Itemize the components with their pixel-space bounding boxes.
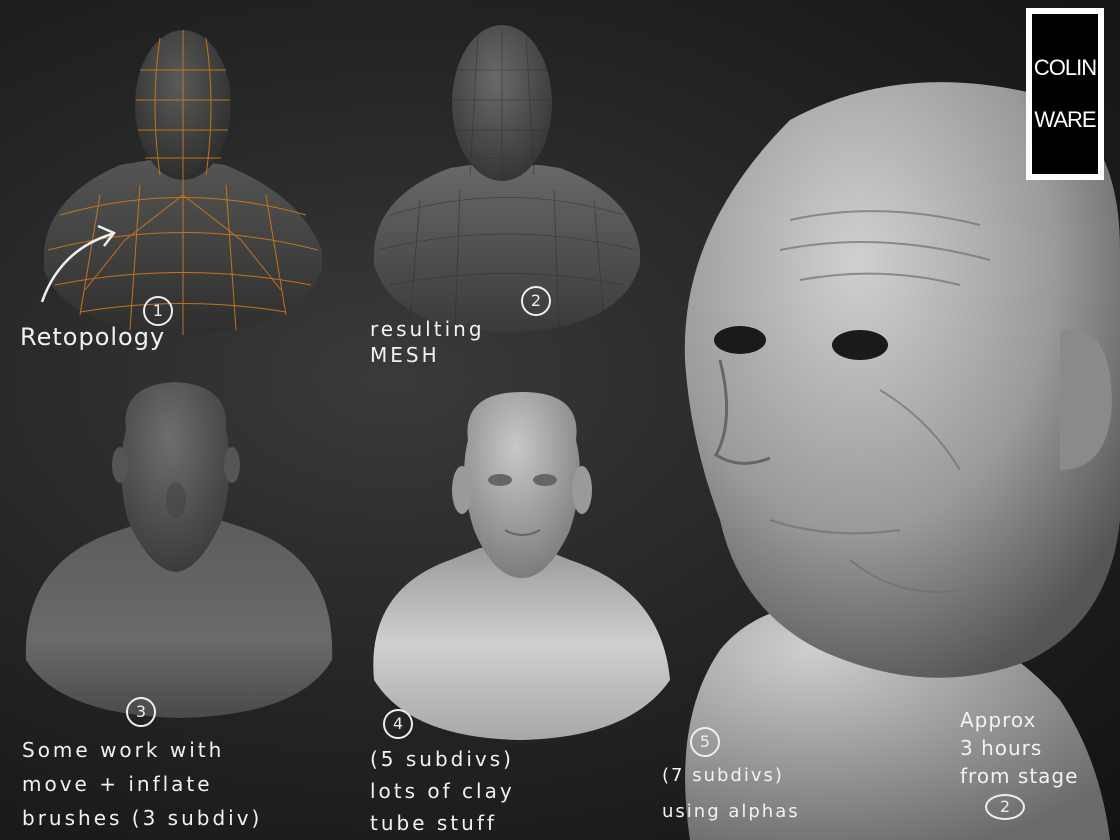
stage-2-caption: resulting MESH	[370, 317, 485, 367]
stage-1-bust	[44, 30, 322, 335]
stage-1-caption: Retopology	[20, 323, 166, 351]
stage-4-bust	[373, 392, 670, 740]
time-note: Approx 3 hours from stage	[960, 708, 1079, 788]
stage-3-caption: Some work with move + inflate brushes (3…	[22, 738, 263, 830]
stage-4-number: 4	[383, 709, 413, 739]
stage-2-number: 2	[521, 286, 551, 316]
stage-5-caption: (7 subdivs) using alphas	[662, 765, 800, 822]
logo-line-1: COLIN	[1033, 55, 1097, 80]
colin-ware-logo: COLIN WARE	[1026, 8, 1104, 180]
stage-3-number: 3	[126, 697, 156, 727]
time-note-stage-number: 2	[985, 794, 1025, 820]
stage-5-number: 5	[690, 727, 720, 757]
logo-line-2: WARE	[1034, 107, 1096, 132]
stage-3-bust	[25, 382, 333, 718]
stage-4-caption: (5 subdivs) lots of clay tube stuff	[370, 747, 515, 835]
stage-2-bust	[374, 25, 640, 332]
sculpt-progression-artwork	[25, 25, 1120, 840]
